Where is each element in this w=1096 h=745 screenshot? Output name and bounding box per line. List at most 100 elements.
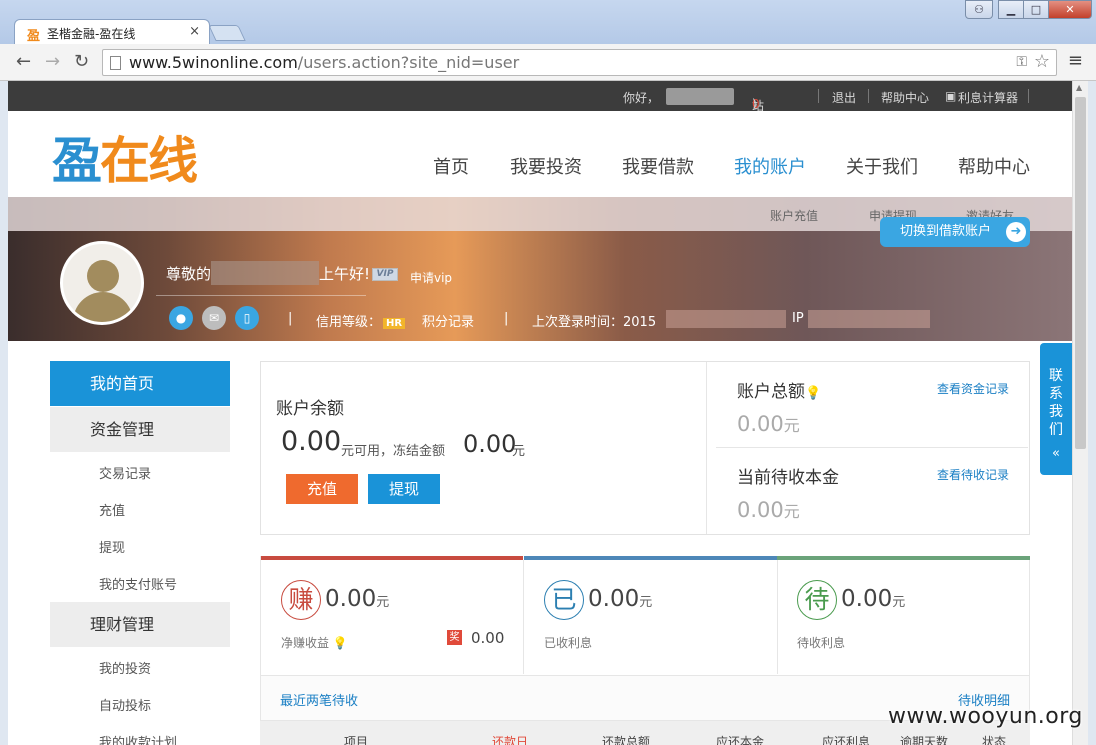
nav-about[interactable]: 关于我们 xyxy=(846,153,918,179)
last-login-redacted xyxy=(666,310,786,328)
phone-icon[interactable]: ▯ xyxy=(235,306,259,330)
inbox-suffix: ) xyxy=(752,97,757,111)
nav-my-account[interactable]: 我的账户 xyxy=(734,153,806,179)
new-tab-button[interactable] xyxy=(208,25,246,41)
nav-invest[interactable]: 我要投资 xyxy=(510,153,582,179)
topbar-divider xyxy=(1028,89,1029,103)
site-topbar: 你好， 站内信(0) 退出 帮助中心 ▣ 利息计算器 xyxy=(8,81,1072,162)
site-header: 盈在线 首页 我要投资 我要借款 我的账户 关于我们 帮助中心 xyxy=(8,111,1072,197)
pending-principal-label: 当前待收本金 xyxy=(737,468,839,488)
points-record-link[interactable]: 积分记录 xyxy=(422,311,474,330)
sidebar-item-home[interactable]: 我的首页 xyxy=(50,361,230,406)
forward-arrow-icon[interactable]: → xyxy=(45,51,60,72)
logo-first-char: 盈 xyxy=(52,131,102,190)
column-header: 还款总额 xyxy=(602,735,651,745)
sidebar-item-transactions[interactable]: 交易记录 xyxy=(99,463,151,482)
sidebar-group-wealth[interactable]: 理财管理 xyxy=(50,602,230,647)
tab-close-icon[interactable]: × xyxy=(189,24,200,39)
earnings-stats: 赚 0.00元 净赚收益 💡 奖 0.00 已 0.00元 已收利息 待 0.0… xyxy=(260,556,1030,676)
pending-principal-unit: 元 xyxy=(783,502,800,521)
stat-label: 已收利息 xyxy=(544,636,593,650)
browser-titlebar: 盈 圣楷金融-盈在线 × ⚇ ▁ □ ✕ xyxy=(0,0,1096,45)
profile-icon[interactable]: ⚇ xyxy=(965,0,993,19)
close-window-button[interactable]: ✕ xyxy=(1048,0,1092,19)
view-pending-records-link[interactable]: 查看待收记录 xyxy=(937,466,1009,483)
stat-label: 净赚收益 💡 xyxy=(281,634,348,651)
nav-borrow[interactable]: 我要借款 xyxy=(622,153,694,179)
info-divider: | xyxy=(288,311,293,326)
site-logo[interactable]: 盈在线 xyxy=(52,121,198,193)
view-fund-records-link[interactable]: 查看资金记录 xyxy=(937,380,1009,397)
vip-badge-icon: VIP xyxy=(372,268,398,281)
switch-to-borrow-button[interactable]: 切换到借款账户 ➜ xyxy=(880,217,1030,247)
ip-label: IP xyxy=(792,311,804,326)
browser-tab[interactable]: 盈 圣楷金融-盈在线 × xyxy=(14,19,210,45)
address-bar[interactable]: www.5winonline.com/users.action?site_nid… xyxy=(102,49,1057,76)
identity-icon[interactable]: ● xyxy=(169,306,193,330)
sidebar-item-auto-bid[interactable]: 自动投标 xyxy=(99,695,151,714)
contact-us-label: 联系我们 xyxy=(1049,368,1063,438)
logout-link[interactable]: 退出 xyxy=(832,89,856,106)
stat-value: 0.00元 xyxy=(325,586,389,612)
apply-vip-link[interactable]: 申请vip xyxy=(410,269,452,286)
withdraw-button[interactable]: 提现 xyxy=(368,474,440,504)
sidebar-group-funds[interactable]: 资金管理 xyxy=(50,407,230,452)
stat-amount: 0.00 xyxy=(325,586,377,612)
sidebar-item-withdraw[interactable]: 提现 xyxy=(99,537,125,556)
username-redacted xyxy=(666,88,734,105)
recharge-button[interactable]: 充值 xyxy=(286,474,358,504)
nav-home[interactable]: 首页 xyxy=(433,153,469,179)
prize-icon: 奖 xyxy=(447,630,462,645)
contact-us-float[interactable]: 联系我们 « xyxy=(1040,343,1072,475)
sidebar-item-payment-account[interactable]: 我的支付账号 xyxy=(99,574,177,593)
help-link[interactable]: 帮助中心 xyxy=(881,89,929,106)
greeting-prefix: 尊敬的 xyxy=(166,265,212,283)
site-favicon-icon: 盈 xyxy=(27,29,41,44)
email-icon[interactable]: ✉ xyxy=(202,306,226,330)
maximize-button[interactable]: □ xyxy=(1023,0,1049,19)
stat-bar-blue xyxy=(524,556,777,560)
scroll-up-icon[interactable]: ▲ xyxy=(1076,83,1082,92)
recent-receivables-title: 最近两笔待收 xyxy=(280,694,359,709)
credit-level: 信用等级： HR xyxy=(316,311,406,330)
frozen-unit: 元 xyxy=(512,444,526,459)
sidebar-item-repayment-plan[interactable]: 我的收款计划 xyxy=(99,732,177,745)
back-arrow-icon[interactable]: ← xyxy=(16,51,31,72)
window-controls: ⚇ ▁ □ ✕ xyxy=(965,0,1092,20)
page-scrollbar[interactable]: ▲ xyxy=(1072,81,1088,745)
summary-hdivider xyxy=(716,447,1028,448)
stat-unit: 元 xyxy=(376,595,390,610)
available-amount: 0.00 xyxy=(281,426,342,457)
topbar-divider xyxy=(868,89,869,103)
key-icon[interactable]: ⚿ xyxy=(1016,54,1027,70)
reload-icon[interactable]: ↻ xyxy=(74,51,89,72)
avatar[interactable] xyxy=(60,241,144,325)
pending-principal-amount: 0.00 xyxy=(737,498,784,522)
arrow-right-icon: ➜ xyxy=(1006,222,1026,242)
bookmark-star-icon[interactable]: ☆ xyxy=(1034,51,1050,72)
scroll-thumb[interactable] xyxy=(1075,97,1086,449)
minimize-button[interactable]: ▁ xyxy=(998,0,1024,19)
url-text[interactable]: www.5winonline.com/users.action?site_nid… xyxy=(129,53,519,72)
page-icon xyxy=(110,56,121,70)
greeting-name-redacted xyxy=(211,261,319,285)
stat-received-interest: 已 0.00元 已收利息 xyxy=(524,556,779,674)
browser-menu-icon[interactable]: ≡ xyxy=(1068,50,1083,71)
balance-label: 账户余额 xyxy=(276,399,344,419)
calculator-link[interactable]: 利息计算器 xyxy=(958,89,1018,106)
total-assets-unit: 元 xyxy=(783,416,800,435)
pending-principal-value: 0.00元 xyxy=(737,498,800,522)
stat-net-earnings: 赚 0.00元 净赚收益 💡 奖 0.00 xyxy=(261,556,523,674)
received-icon: 已 xyxy=(544,580,584,620)
total-assets-text: 账户总额 xyxy=(737,382,805,402)
sidebar-item-recharge[interactable]: 充值 xyxy=(99,500,125,519)
account-summary: 账户余额 0.00 元可用，冻结金额 0.00 元 充值 提现 账户总额💡 0.… xyxy=(260,361,1030,535)
nav-help[interactable]: 帮助中心 xyxy=(958,153,1030,179)
quick-recharge-link[interactable]: 账户充值 xyxy=(770,207,818,224)
sidebar-item-my-investments[interactable]: 我的投资 xyxy=(99,658,151,677)
watermark: www.wooyun.org xyxy=(888,704,1083,729)
url-host: www.5winonline.com xyxy=(129,53,298,72)
available-text: 元可用，冻结金额 xyxy=(341,444,446,459)
avatar-head xyxy=(87,260,119,292)
stat-label: 待收利息 xyxy=(797,636,846,650)
